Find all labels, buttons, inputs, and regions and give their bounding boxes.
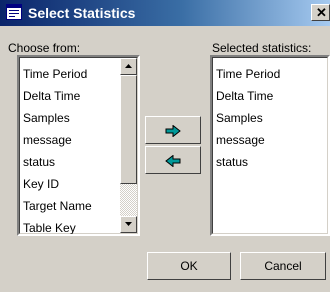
list-item[interactable]: Delta Time bbox=[216, 89, 273, 103]
list-item[interactable]: Target Name bbox=[23, 199, 92, 213]
close-button[interactable]: ✕ bbox=[311, 4, 330, 21]
list-item[interactable]: Time Period bbox=[216, 67, 280, 81]
dialog-title: Select Statistics bbox=[28, 5, 136, 21]
add-to-selected-button[interactable] bbox=[145, 116, 201, 144]
list-item[interactable]: status bbox=[216, 155, 248, 169]
remove-from-selected-button[interactable] bbox=[145, 146, 201, 174]
cancel-button-label: Cancel bbox=[264, 259, 302, 273]
close-icon: ✕ bbox=[316, 5, 327, 20]
arrow-left-icon bbox=[165, 155, 181, 167]
list-item[interactable]: status bbox=[23, 155, 55, 169]
scroll-up-icon bbox=[125, 64, 132, 68]
list-item[interactable]: message bbox=[216, 133, 265, 147]
arrow-right-icon bbox=[165, 125, 181, 137]
cancel-button[interactable]: Cancel bbox=[240, 252, 326, 280]
scroll-thumb[interactable] bbox=[120, 75, 137, 184]
choose-from-label: Choose from: bbox=[8, 41, 81, 55]
list-item[interactable]: message bbox=[23, 133, 72, 147]
list-item[interactable]: Samples bbox=[23, 111, 70, 125]
vertical-scrollbar[interactable] bbox=[120, 58, 137, 233]
choose-from-list[interactable]: Time Period Delta Time Samples message s… bbox=[17, 55, 140, 236]
scroll-up-button[interactable] bbox=[120, 58, 137, 75]
window-app-icon bbox=[6, 4, 22, 20]
list-item[interactable]: Key ID bbox=[23, 177, 59, 191]
selected-statistics-list[interactable]: Time Period Delta Time Samples message s… bbox=[210, 55, 330, 236]
scroll-down-icon bbox=[125, 222, 132, 226]
list-item[interactable]: Samples bbox=[216, 111, 263, 125]
selected-statistics-label: Selected statistics: bbox=[212, 41, 312, 55]
list-item[interactable]: Time Period bbox=[23, 67, 87, 81]
list-item[interactable]: Table Key bbox=[23, 221, 76, 234]
select-statistics-dialog: Select Statistics ✕ Choose from: Selecte… bbox=[0, 0, 330, 292]
scroll-down-button[interactable] bbox=[120, 216, 137, 233]
title-bar: Select Statistics ✕ bbox=[0, 0, 330, 26]
ok-button[interactable]: OK bbox=[147, 252, 231, 280]
ok-button-label: OK bbox=[180, 259, 198, 273]
list-item[interactable]: Delta Time bbox=[23, 89, 80, 103]
